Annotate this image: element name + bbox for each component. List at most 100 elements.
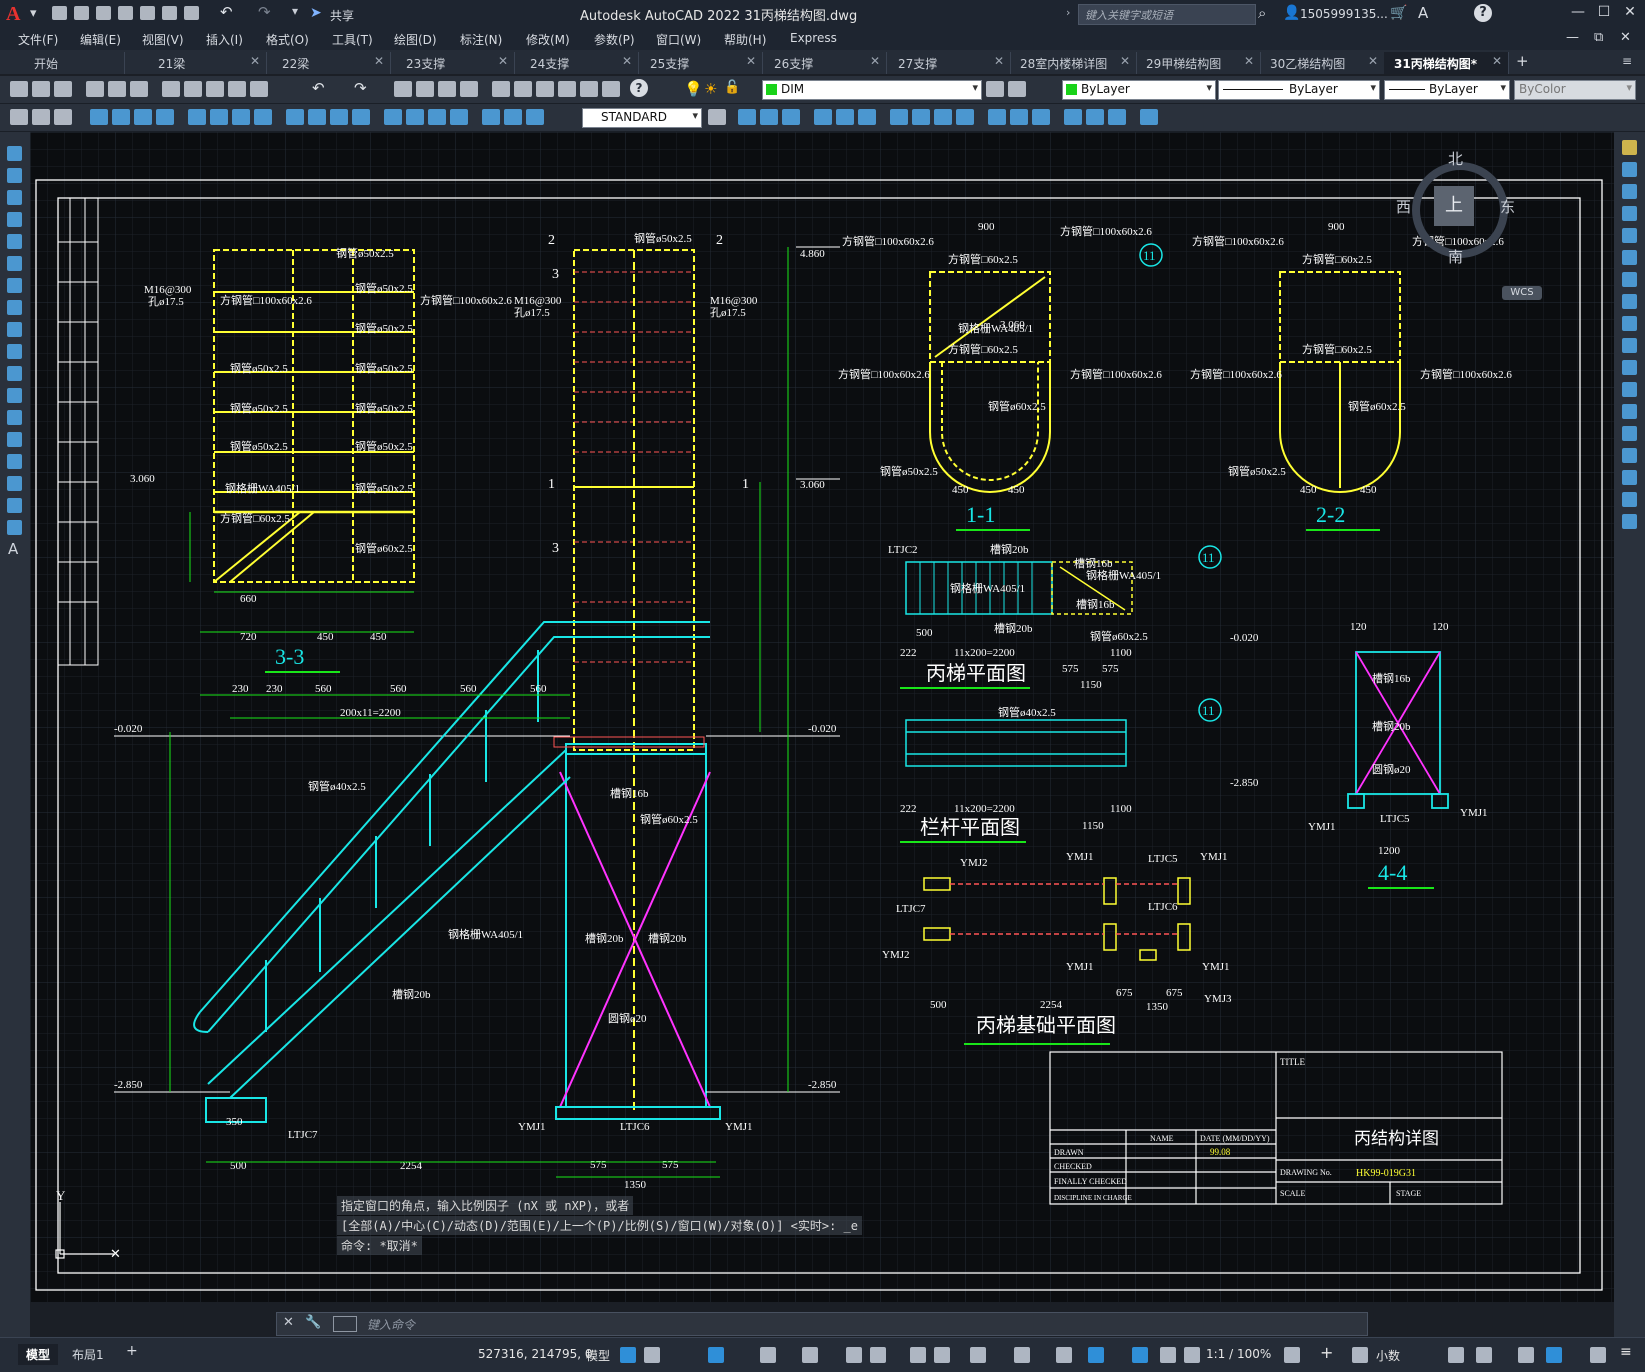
insert-block-icon[interactable] xyxy=(7,388,22,403)
break-point-icon[interactable] xyxy=(1622,382,1637,397)
units-dropdown[interactable]: 小数 xyxy=(1376,1347,1400,1364)
search-icon[interactable]: ⌕ xyxy=(1258,4,1266,22)
dim-continue-icon[interactable] xyxy=(330,109,348,125)
annotation-scale-value[interactable]: 1:1 / 100% xyxy=(1206,1347,1271,1361)
sheet-set-icon[interactable] xyxy=(558,81,576,97)
paste-icon[interactable] xyxy=(206,81,224,97)
drawing-svg[interactable]: M16@300孔ø17.5 钢管ø50x2.5 方钢管□100x60x2.6 钢… xyxy=(30,132,1614,1302)
wcs-menu[interactable]: WCS xyxy=(1502,286,1542,300)
tab-27[interactable]: 27支撑 ✕ xyxy=(886,52,1011,74)
hatch-icon[interactable] xyxy=(7,454,22,469)
ucs-icon[interactable] xyxy=(988,109,1006,125)
customization-menu-icon[interactable]: ≡ xyxy=(1620,1344,1632,1360)
view-front-icon[interactable] xyxy=(836,109,854,125)
rectangle-icon[interactable] xyxy=(7,234,22,249)
tab-31-active[interactable]: 31丙梯结构图* ✕ xyxy=(1384,52,1509,74)
redo-icon[interactable]: ↷ xyxy=(258,3,271,21)
tool-palettes-icon[interactable] xyxy=(536,81,554,97)
tab-24[interactable]: 24支撑 ✕ xyxy=(514,52,639,74)
osnap-icon[interactable] xyxy=(870,1347,886,1363)
tab-close-icon[interactable]: ✕ xyxy=(1492,54,1502,68)
center-mark-icon[interactable] xyxy=(406,109,424,125)
command-input[interactable]: ✕ 🔧 键入命令 xyxy=(276,1312,1368,1336)
tolerance-icon[interactable] xyxy=(384,109,402,125)
dim-edit-icon[interactable] xyxy=(482,109,500,125)
share-button[interactable]: 共享 xyxy=(330,7,354,24)
customize-command-icon[interactable]: 🔧 xyxy=(305,1315,321,1330)
qnew-icon[interactable] xyxy=(10,81,28,97)
close-window-button[interactable]: ✕ xyxy=(1618,4,1642,24)
annotation-scale-icon[interactable] xyxy=(1184,1347,1200,1363)
tab-close-icon[interactable]: ✕ xyxy=(746,54,756,68)
compass-south[interactable]: 南 xyxy=(1448,246,1463,267)
tab-close-icon[interactable]: ✕ xyxy=(1120,54,1130,68)
arc-icon[interactable] xyxy=(7,256,22,271)
dim-style-icon[interactable] xyxy=(708,109,726,125)
snap-mode-icon[interactable] xyxy=(644,1347,660,1363)
fillet-icon[interactable] xyxy=(1622,470,1637,485)
new-file-icon[interactable] xyxy=(52,6,67,20)
selection-filter-icon[interactable] xyxy=(1088,1347,1104,1363)
properties-icon[interactable] xyxy=(492,81,510,97)
open-icon[interactable] xyxy=(32,81,50,97)
ucs-world-icon[interactable] xyxy=(1010,109,1028,125)
view-left-icon[interactable] xyxy=(782,109,800,125)
layer-properties-icon[interactable] xyxy=(10,109,28,125)
open-web-icon[interactable] xyxy=(140,6,155,20)
break-icon[interactable] xyxy=(1622,404,1637,419)
ellipse-arc-icon[interactable] xyxy=(7,366,22,381)
zoom-realtime-icon[interactable] xyxy=(416,81,434,97)
lineweight-icon[interactable] xyxy=(910,1347,926,1363)
circle-icon[interactable] xyxy=(7,278,22,293)
calculator-icon[interactable] xyxy=(602,81,620,97)
color-dropdown[interactable]: ByLayer ▾ xyxy=(1062,80,1216,100)
view-top-icon[interactable] xyxy=(738,109,756,125)
sw-iso-icon[interactable] xyxy=(890,109,908,125)
ne-iso-icon[interactable] xyxy=(934,109,952,125)
design-center-icon[interactable] xyxy=(514,81,532,97)
scale-icon[interactable] xyxy=(1622,294,1637,309)
quick-dim-icon[interactable] xyxy=(286,109,304,125)
dim-space-icon[interactable] xyxy=(352,109,370,125)
layer-on-icon[interactable]: 💡 xyxy=(684,80,703,98)
tab-29[interactable]: 29甲梯结构图 ✕ xyxy=(1136,52,1261,74)
block-editor-icon[interactable] xyxy=(250,81,268,97)
tab-close-icon[interactable]: ✕ xyxy=(1368,54,1378,68)
table-icon[interactable] xyxy=(7,520,22,535)
user-icon[interactable]: 👤 xyxy=(1283,5,1300,21)
isodraft-icon[interactable] xyxy=(802,1347,818,1363)
nw-iso-icon[interactable] xyxy=(956,109,974,125)
graphics-performance-icon[interactable] xyxy=(1546,1347,1562,1363)
dim-update-icon[interactable] xyxy=(526,109,544,125)
copy-icon[interactable] xyxy=(184,81,202,97)
dim-jogged-icon[interactable] xyxy=(210,109,228,125)
stretch-icon[interactable] xyxy=(1622,316,1637,331)
tab-close-icon[interactable]: ✕ xyxy=(622,54,632,68)
mtext-icon[interactable]: A xyxy=(8,540,18,558)
ucs-origin-icon[interactable] xyxy=(1140,109,1158,125)
tab-list-chevron-icon[interactable]: ≡ xyxy=(1622,54,1632,68)
tab-30[interactable]: 30乙梯结构图 ✕ xyxy=(1260,52,1385,74)
tab-start[interactable]: 开始 xyxy=(14,52,125,74)
clean-screen-icon[interactable] xyxy=(1590,1347,1606,1363)
tab-28[interactable]: 28室内楼梯详图 ✕ xyxy=(1010,52,1137,74)
3d-osnap-icon[interactable] xyxy=(1014,1347,1030,1363)
search-input[interactable]: 键入关键字或短语 xyxy=(1078,4,1256,25)
ucs-face-icon[interactable] xyxy=(1064,109,1082,125)
save-icon[interactable] xyxy=(96,6,111,20)
store-cart-icon[interactable]: 🛒 xyxy=(1390,5,1407,21)
chamfer-icon[interactable] xyxy=(1622,448,1637,463)
tab-26[interactable]: 26支撑 ✕ xyxy=(762,52,887,74)
tab-25[interactable]: 25支撑 ✕ xyxy=(638,52,763,74)
polar-icon[interactable] xyxy=(760,1347,776,1363)
mirror-icon[interactable] xyxy=(1622,184,1637,199)
offset-icon[interactable] xyxy=(1622,206,1637,221)
inspection-icon[interactable] xyxy=(428,109,446,125)
dim-radius-icon[interactable] xyxy=(188,109,206,125)
dim-baseline-icon[interactable] xyxy=(308,109,326,125)
dim-text-edit-icon[interactable] xyxy=(504,109,522,125)
dim-angular-icon[interactable] xyxy=(254,109,272,125)
isolate-objects-icon[interactable] xyxy=(1518,1347,1534,1363)
ucs-view-icon[interactable] xyxy=(1108,109,1126,125)
user-account[interactable]: 1505999135... xyxy=(1300,7,1388,21)
